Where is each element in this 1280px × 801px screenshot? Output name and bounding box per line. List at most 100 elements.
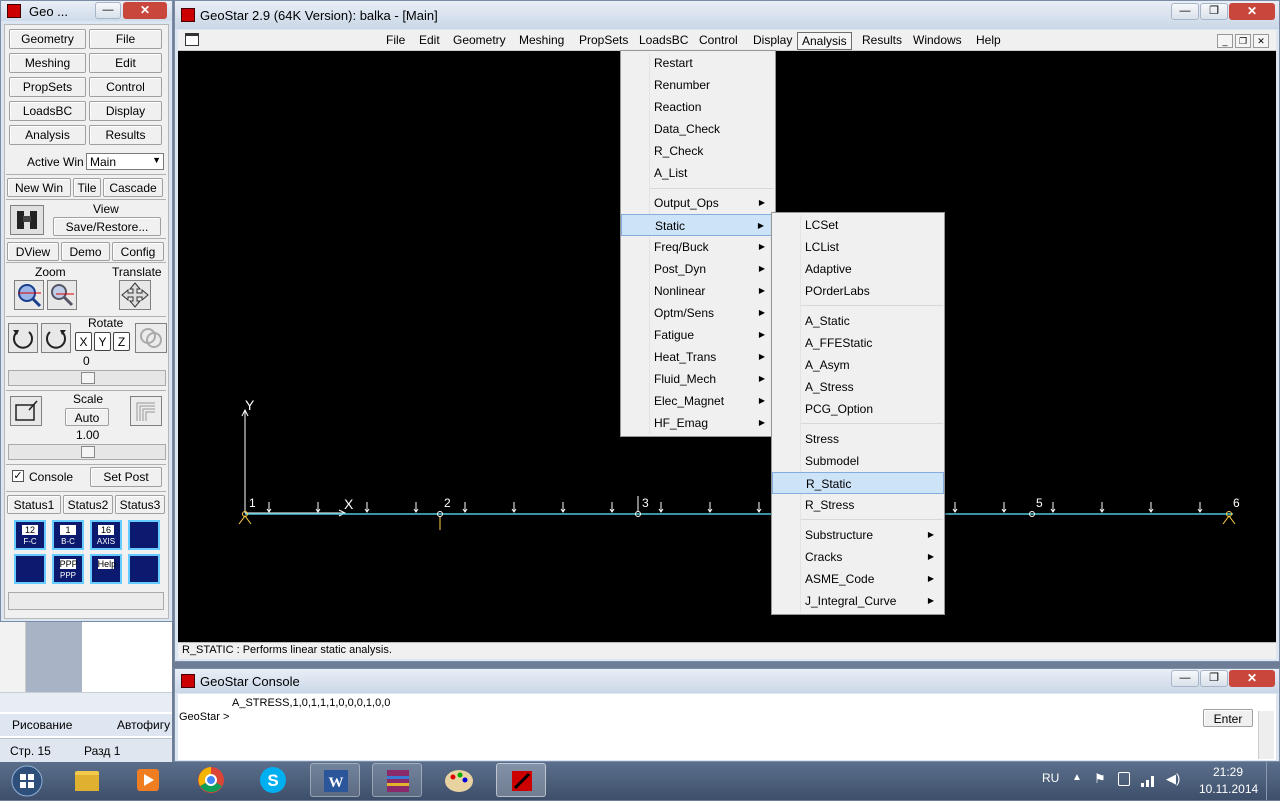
- rotate-slider[interactable]: [8, 370, 166, 386]
- analysis-item-optm-sens[interactable]: Optm/Sens ▶: [621, 302, 775, 324]
- console-scrollbar[interactable]: [1258, 711, 1274, 759]
- analysis-item-hf-emag[interactable]: HF_Emag ▶: [621, 412, 775, 434]
- static-item-a-ffestatic[interactable]: A_FFEStatic: [772, 332, 944, 354]
- analysis-item-fluid-mech[interactable]: Fluid_Mech ▶: [621, 368, 775, 390]
- panel-minimize-button[interactable]: —: [95, 2, 121, 19]
- analysis-item-a-list[interactable]: A_List: [621, 162, 775, 184]
- console-maximize-button[interactable]: ❐: [1200, 670, 1228, 687]
- save-restore-button[interactable]: Save/Restore...: [53, 217, 161, 236]
- static-item-stress[interactable]: Stress: [772, 428, 944, 450]
- tray-chevron-icon[interactable]: ▲: [1072, 772, 1082, 783]
- static-item-submodel[interactable]: Submodel: [772, 450, 944, 472]
- help-icon[interactable]: Help: [90, 554, 122, 584]
- menu-edit[interactable]: Edit: [415, 32, 444, 50]
- volume-icon[interactable]: ◀): [1166, 771, 1180, 787]
- mdi-close-button[interactable]: ✕: [1253, 34, 1269, 48]
- rotate-ccw-icon[interactable]: [8, 323, 38, 353]
- new-win-button[interactable]: New Win: [7, 178, 71, 197]
- menu-meshing[interactable]: Meshing: [515, 32, 568, 50]
- rotate-z-button[interactable]: Z: [113, 332, 130, 351]
- media-player-icon[interactable]: [124, 763, 174, 797]
- list-icon[interactable]: [128, 520, 160, 550]
- analysis-item-heat-trans[interactable]: Heat_Trans ▶: [621, 346, 775, 368]
- menu-loadsbc[interactable]: LoadsBC: [635, 32, 692, 50]
- bc-icon[interactable]: 1 B-C: [52, 520, 84, 550]
- rotate-x-button[interactable]: X: [75, 332, 92, 351]
- axis-icon[interactable]: 16 AXIS: [90, 520, 122, 550]
- analysis-item-nonlinear[interactable]: Nonlinear ▶: [621, 280, 775, 302]
- file-button[interactable]: File: [89, 29, 162, 49]
- hand-icon[interactable]: [14, 554, 46, 584]
- clock-date[interactable]: 10.11.2014: [1199, 782, 1258, 796]
- graph-icon[interactable]: [128, 554, 160, 584]
- active-win-select[interactable]: Main ▼: [86, 153, 164, 170]
- explorer-icon[interactable]: [62, 763, 112, 797]
- static-item-a-stress[interactable]: A_Stress: [772, 376, 944, 398]
- show-desktop-button[interactable]: [1266, 762, 1280, 800]
- autoshapes-menu[interactable]: Автофигу: [117, 718, 170, 732]
- static-item-asme-code[interactable]: ASME_Code ▶: [772, 568, 944, 590]
- demo-button[interactable]: Demo: [61, 242, 110, 261]
- ppp-icon[interactable]: PPP PPP: [52, 554, 84, 584]
- config-button[interactable]: Config: [112, 242, 164, 261]
- geostar-taskbar-icon[interactable]: [496, 763, 546, 797]
- static-item-substructure[interactable]: Substructure ▶: [772, 524, 944, 546]
- menu-file[interactable]: File: [382, 32, 409, 50]
- zoom-in-icon[interactable]: [14, 280, 44, 310]
- propsets-button[interactable]: PropSets: [9, 77, 86, 97]
- static-item-a-asym[interactable]: A_Asym: [772, 354, 944, 376]
- winrar-icon[interactable]: [372, 763, 422, 797]
- chrome-icon[interactable]: [186, 763, 236, 797]
- menu-geometry[interactable]: Geometry: [449, 32, 510, 50]
- status2-button[interactable]: Status2: [63, 495, 113, 514]
- console-close-button[interactable]: ✕: [1229, 670, 1275, 687]
- static-item-lclist[interactable]: LCList: [772, 236, 944, 258]
- menu-propsets[interactable]: PropSets: [575, 32, 632, 50]
- start-button[interactable]: [8, 764, 46, 798]
- drawing-menu[interactable]: Рисование: [12, 718, 72, 732]
- scale-auto-button[interactable]: Auto: [65, 408, 109, 426]
- power-icon[interactable]: [1118, 772, 1130, 786]
- console-minimize-button[interactable]: —: [1171, 670, 1199, 687]
- analysis-item-output-ops[interactable]: Output_Ops ▶: [621, 192, 775, 214]
- clock-time[interactable]: 21:29: [1213, 765, 1243, 779]
- console-checkbox[interactable]: ✓: [12, 470, 24, 482]
- console-enter-button[interactable]: Enter: [1203, 709, 1253, 727]
- menu-control[interactable]: Control: [695, 32, 742, 50]
- language-indicator[interactable]: RU: [1042, 771, 1059, 785]
- analysis-item-fatigue[interactable]: Fatigue ▶: [621, 324, 775, 346]
- analysis-item-restart[interactable]: Restart: [621, 52, 775, 74]
- loadsbc-button[interactable]: LoadsBC: [9, 101, 86, 121]
- paint-icon[interactable]: [434, 763, 484, 797]
- static-item-r-stress[interactable]: R_Stress: [772, 494, 944, 516]
- menu-windows[interactable]: Windows: [909, 32, 966, 50]
- flag-icon[interactable]: ⚑: [1094, 771, 1106, 787]
- status1-button[interactable]: Status1: [7, 495, 61, 514]
- static-item-cracks[interactable]: Cracks ▶: [772, 546, 944, 568]
- menu-help[interactable]: Help: [972, 32, 1005, 50]
- control-button[interactable]: Control: [89, 77, 162, 97]
- rotate-free-icon[interactable]: [135, 323, 167, 353]
- window-close-button[interactable]: ✕: [1229, 3, 1275, 20]
- analysis-item-elec-magnet[interactable]: Elec_Magnet ▶: [621, 390, 775, 412]
- translate-icon[interactable]: [119, 280, 151, 310]
- console-input[interactable]: [232, 709, 1192, 725]
- zoom-out-icon[interactable]: [47, 280, 77, 310]
- analysis-item-freq-buck[interactable]: Freq/Buck ▶: [621, 236, 775, 258]
- meshing-button[interactable]: Meshing: [9, 53, 86, 73]
- scale-grid-icon[interactable]: [130, 396, 162, 426]
- analysis-item-r-check[interactable]: R_Check: [621, 140, 775, 162]
- analysis-button[interactable]: Analysis: [9, 125, 86, 145]
- static-item-lcset[interactable]: LCSet: [772, 214, 944, 236]
- static-item-pcg-option[interactable]: PCG_Option: [772, 398, 944, 420]
- analysis-item-static[interactable]: Static ▶: [621, 214, 775, 236]
- network-icon[interactable]: [1140, 772, 1158, 788]
- menu-results[interactable]: Results: [858, 32, 906, 50]
- window-maximize-button[interactable]: ❐: [1200, 3, 1228, 20]
- static-item-adaptive[interactable]: Adaptive: [772, 258, 944, 280]
- analysis-item-post-dyn[interactable]: Post_Dyn ▶: [621, 258, 775, 280]
- dview-button[interactable]: DView: [7, 242, 59, 261]
- edit-button[interactable]: Edit: [89, 53, 162, 73]
- skype-icon[interactable]: S: [248, 763, 298, 797]
- static-item-porderlabs[interactable]: POrderLabs: [772, 280, 944, 302]
